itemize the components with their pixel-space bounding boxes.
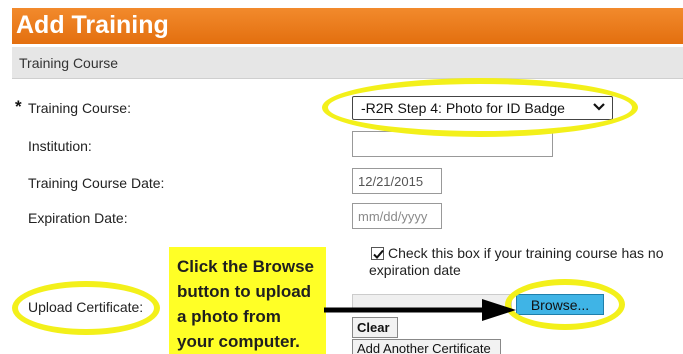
section-title: Training Course	[12, 47, 683, 79]
arrow-right-icon	[324, 299, 516, 321]
training-course-value: -R2R Step 4: Photo for ID Badge	[361, 100, 565, 116]
training-course-label: Training Course:	[28, 100, 131, 116]
callout-line: your computer.	[177, 332, 300, 351]
chevron-down-icon	[593, 103, 605, 111]
browse-button[interactable]: Browse...	[516, 294, 604, 315]
expiration-date-input[interactable]: mm/dd/yyyy	[352, 203, 442, 229]
page-title: Add Training	[12, 8, 683, 44]
add-another-certificate-button[interactable]: Add Another Certificate	[352, 339, 501, 354]
callout-line: a photo from	[177, 307, 281, 326]
callout-line: button to upload	[177, 282, 312, 301]
no-expiration-label: Check this box if your training course h…	[369, 245, 664, 278]
instruction-callout: Click the Browse button to upload a phot…	[169, 247, 326, 354]
training-date-input[interactable]: 12/21/2015	[352, 168, 442, 194]
training-date-label: Training Course Date:	[28, 175, 165, 191]
callout-line: Click the Browse	[177, 257, 314, 276]
upload-certificate-label: Upload Certificate:	[28, 299, 144, 315]
expiration-date-label: Expiration Date:	[28, 210, 128, 226]
training-course-select[interactable]: -R2R Step 4: Photo for ID Badge	[352, 96, 613, 120]
required-marker: *	[15, 97, 22, 116]
institution-input[interactable]	[352, 131, 553, 157]
institution-label: Institution:	[28, 138, 92, 154]
